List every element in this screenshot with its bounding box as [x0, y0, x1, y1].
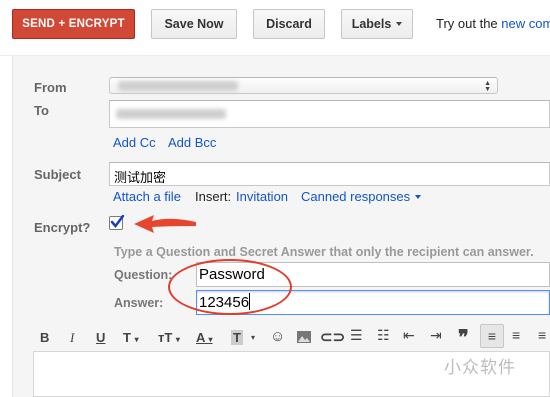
link-icon[interactable]: ⊂⊃ — [320, 328, 345, 346]
subject-input[interactable]: 测试加密 — [109, 162, 550, 186]
answer-label: Answer: — [114, 296, 164, 310]
from-select[interactable]: ▲ ▼ — [109, 77, 498, 94]
highlight-icon[interactable]: T — [231, 330, 243, 345]
question-label: Question: — [114, 268, 173, 282]
annotation-ellipse — [168, 259, 292, 315]
attach-file-link[interactable]: Attach a file — [113, 189, 181, 204]
font-size-icon[interactable]: тT ▾ — [158, 330, 180, 345]
save-now-button[interactable]: Save Now — [151, 9, 237, 39]
select-arrows-icon: ▲ ▼ — [484, 80, 491, 93]
encrypt-checkbox[interactable] — [109, 215, 124, 230]
tryout-prefix: Try out the — [436, 16, 498, 31]
emoji-icon[interactable]: ☺ — [270, 328, 285, 345]
to-label: To — [34, 103, 49, 118]
bulleted-list-icon[interactable]: ☷ — [377, 327, 390, 344]
discard-button[interactable]: Discard — [253, 9, 325, 39]
underline-icon[interactable]: U — [96, 330, 105, 345]
checkmark-icon — [110, 215, 124, 228]
align-left-icon[interactable]: ≡ — [480, 324, 504, 348]
send-encrypt-button[interactable]: SEND + ENCRYPT — [12, 9, 135, 39]
from-label: From — [34, 80, 67, 95]
watermark-text: 小众软件 — [444, 358, 516, 377]
to-address-redacted — [116, 109, 226, 119]
chevron-down-icon — [396, 22, 403, 26]
font-icon[interactable]: T ▾ — [123, 330, 139, 345]
add-cc-link[interactable]: Add Cc — [113, 135, 156, 150]
chevron-down-icon: ▾ — [251, 333, 256, 342]
subject-label: Subject — [34, 167, 81, 182]
insert-label: Insert: — [195, 189, 232, 204]
invitation-link[interactable]: Invitation — [236, 189, 288, 204]
add-bcc-link[interactable]: Add Bcc — [168, 135, 216, 150]
labels-button[interactable]: Labels — [341, 9, 413, 39]
align-right-icon[interactable]: ≡ — [538, 327, 546, 343]
encrypt-hint: Type a Question and Secret Answer that o… — [114, 245, 534, 259]
numbered-list-icon[interactable]: ☰ — [350, 327, 363, 344]
indent-less-icon[interactable]: ⇤ — [403, 327, 415, 344]
italic-icon[interactable]: I — [70, 330, 74, 346]
chevron-down-icon — [415, 195, 422, 199]
text-color-icon[interactable]: A ▾ — [196, 330, 213, 345]
bold-icon[interactable]: B — [40, 330, 49, 345]
image-icon[interactable] — [296, 330, 312, 344]
to-field[interactable] — [109, 100, 550, 128]
canned-responses-link[interactable]: Canned responses — [301, 189, 422, 204]
formatting-toolbar — [34, 322, 550, 352]
canned-responses-label: Canned responses — [301, 189, 411, 204]
tryout-message: Try out the new com — [436, 16, 550, 31]
from-address-redacted — [118, 81, 238, 91]
align-center-icon[interactable]: ≡ — [512, 327, 520, 343]
indent-more-icon[interactable]: ⇥ — [430, 327, 442, 344]
annotation-arrow-icon — [134, 215, 196, 233]
quote-icon[interactable]: ❞ — [458, 325, 469, 350]
labels-button-label: Labels — [351, 17, 392, 31]
encrypt-label: Encrypt? — [34, 220, 91, 235]
tryout-link[interactable]: new com — [501, 16, 550, 31]
compose-toolbar: SEND + ENCRYPT Save Now Discard Labels T… — [0, 0, 550, 56]
